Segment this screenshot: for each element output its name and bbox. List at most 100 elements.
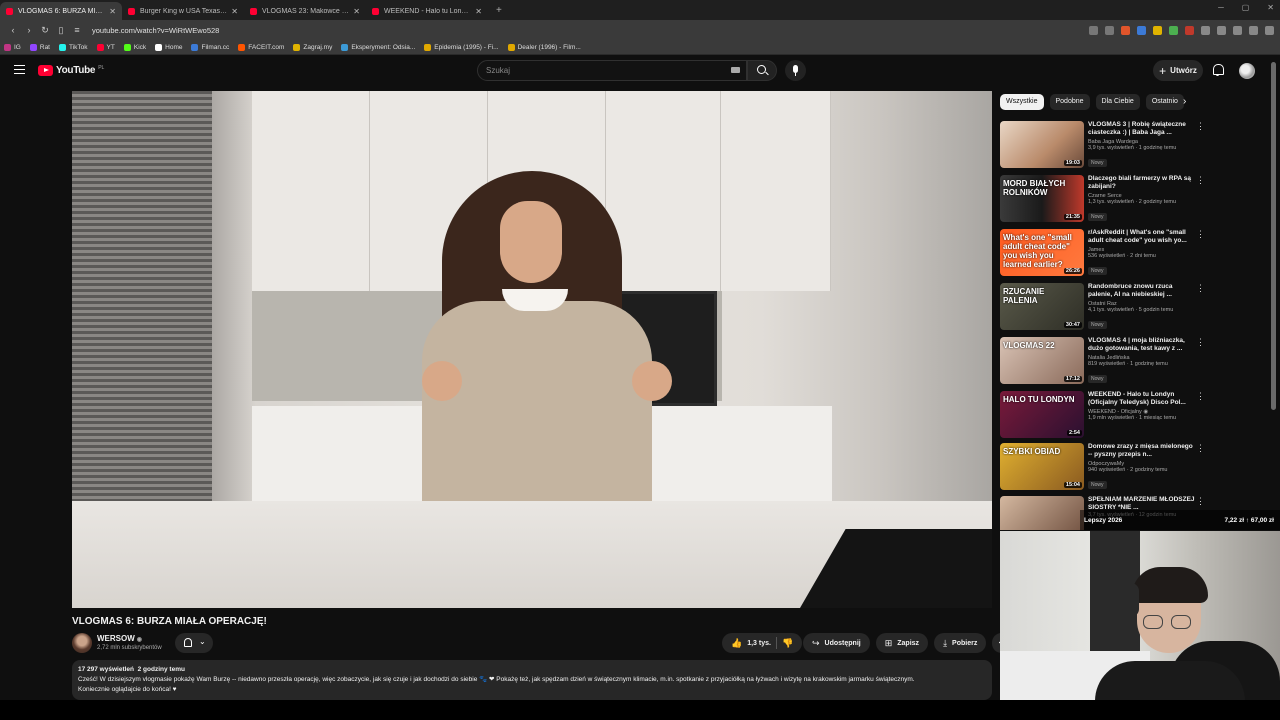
close-tab-icon[interactable]: ✕ [109,7,116,16]
save-button[interactable]: ⊞ Zapisz [875,633,929,653]
video-thumbnail[interactable]: What's one "small adult cheat code" you … [1000,229,1084,276]
forward-arrow-icon[interactable]: › [22,25,36,35]
video-title[interactable]: r/AskReddit | What's one "small adult ch… [1088,229,1196,245]
url-field[interactable]: youtube.com/watch?v=WiRtWEwo528 [92,26,1089,35]
channel-avatar[interactable] [72,633,92,653]
browser-tab-0[interactable]: VLOGMAS 6: BURZA MIAŁA OPERACJĘ! ✕ [0,2,122,20]
bookmark-item[interactable]: TikTok [59,43,88,51]
more-options-icon[interactable]: ⋮ [1196,338,1205,347]
search-button[interactable] [747,60,777,81]
video-thumbnail[interactable]: MORD BIAŁYCH ROLNIKÓW 21:35 [1000,175,1084,222]
video-title[interactable]: Domowe zrazy z mięsa mielonego -- pyszny… [1088,443,1196,459]
close-window-icon[interactable]: ✕ [1267,3,1274,12]
notifications-bell-icon[interactable] [1212,64,1224,76]
chip-for-you[interactable]: Dla Ciebie [1095,94,1140,110]
more-options-icon[interactable]: ⋮ [1196,497,1205,506]
extension-icon[interactable] [1185,25,1194,35]
video-thumbnail[interactable]: 19:03 [1000,121,1084,168]
reload-icon[interactable]: ↻ [38,25,52,36]
video-title[interactable]: Dlaczego biali farmerzy w RPA są zabijan… [1088,175,1196,191]
video-title[interactable]: VLOGMAS 3 | Robię świąteczne ciasteczka … [1088,121,1196,137]
recommended-video[interactable]: What's one "small adult cheat code" you … [1000,229,1205,279]
account-avatar[interactable] [1239,63,1255,79]
video-thumbnail[interactable]: HALO TU LONDYN 2:54 [1000,391,1084,438]
subscription-bell-button[interactable]: ⌄ [175,633,213,653]
recommended-video[interactable]: VLOGMAS 22 17:12 VLOGMAS 4 | moja bliźniac… [1000,337,1205,387]
bookmark-item[interactable]: YT [96,43,115,51]
video-thumbnail[interactable]: RZUCANIE PALENIA 30:47 [1000,283,1084,330]
chevron-right-icon[interactable]: › [1183,96,1186,107]
bookmark-item[interactable]: Zagraj.my [293,43,332,51]
like-count[interactable]: 1,3 tys. [747,640,771,647]
close-tab-icon[interactable]: ✕ [231,7,238,16]
search-input[interactable]: Szukaj [477,60,747,81]
bookmark-item[interactable]: FACEIT.com [238,43,284,51]
bookmark-item[interactable]: Epidemia (1995) - Fi... [424,43,499,51]
recommended-video[interactable]: HALO TU LONDYN 2:54 WEEKEND - Halo tu Lond… [1000,391,1205,441]
video-duration: 26:26 [1063,268,1082,274]
bookmark-item[interactable]: Kick [123,43,146,51]
more-options-icon[interactable]: ⋮ [1196,392,1205,401]
create-button[interactable]: + Utwórz [1153,60,1203,81]
close-tab-icon[interactable]: ✕ [475,7,482,16]
video-title[interactable]: VLOGMAS 4 | moja bliźniaczka, dużo gotow… [1088,337,1196,353]
browser-tab-2[interactable]: VLOGMAS 23: Makowce po makowi...✕ [244,2,366,20]
page-scrollbar[interactable] [1271,62,1276,410]
video-title[interactable]: WEEKEND - Halo tu Londyn (Oficjalny Tele… [1088,391,1196,407]
recommended-video[interactable]: 19:03 VLOGMAS 3 | Robię świąteczne ciaste… [1000,121,1205,171]
new-tab-button[interactable]: + [488,2,510,20]
channel-name[interactable]: WERSOW ◉ [97,634,142,643]
dislike-icon[interactable]: 👎 [782,638,793,649]
media-icon[interactable] [1249,25,1258,35]
translate-icon[interactable] [1137,25,1146,35]
share-icon: ↪ [812,637,820,648]
more-options-icon[interactable]: ⋮ [1196,122,1205,131]
video-title[interactable]: Randombruce znowu rzuca palenie, AI na n… [1088,283,1196,299]
more-options-icon[interactable]: ⋮ [1196,444,1205,453]
share-page-icon[interactable] [1105,25,1114,35]
cast-icon[interactable] [1089,25,1098,35]
voice-search-button[interactable] [785,60,806,81]
recommended-video[interactable]: RZUCANIE PALENIA 30:47 Randombruce znowu r… [1000,283,1205,333]
link-icon[interactable] [1233,25,1242,35]
extension-icon[interactable] [1153,25,1162,35]
brave-shield-icon[interactable] [1121,25,1130,35]
keyboard-icon[interactable] [731,67,740,73]
maximize-icon[interactable]: ▢ [1242,3,1250,12]
recommended-video[interactable]: MORD BIAŁYCH ROLNIKÓW 21:35 Dlaczego biali… [1000,175,1205,225]
description-box[interactable]: 17 297 wyświetleń 2 godziny temu Cześć! … [72,660,992,700]
bookmark-item[interactable]: Dealer (1996) - Film... [507,43,581,51]
browser-tab-1[interactable]: Burger King w USA Texas 89 - YouTube ✕ [122,2,244,20]
youtube-logo[interactable]: YouTube PL [38,65,104,76]
chip-recent[interactable]: Ostatnio [1145,94,1184,110]
bookmark-item[interactable]: Rat [29,43,50,51]
video-thumbnail[interactable] [1000,496,1084,530]
video-thumbnail[interactable]: SZYBKI OBIAD 15:04 [1000,443,1084,490]
bookmark-item[interactable]: Eksperyment: Odsia... [341,43,415,51]
bookmark-item[interactable]: Filman.cc [191,43,229,51]
bookmark-page-icon[interactable]: ▯ [54,25,68,36]
menu-icon[interactable] [1265,25,1274,35]
extension-icon[interactable] [1169,25,1178,35]
share-button[interactable]: ↪ Udostępnij [803,633,870,653]
close-tab-icon[interactable]: ✕ [353,7,360,16]
download-icon[interactable] [1217,25,1226,35]
site-info-icon[interactable]: ≡ [70,25,84,35]
like-icon[interactable]: 👍 [731,638,742,649]
hamburger-menu-icon[interactable] [14,65,25,74]
more-options-icon[interactable]: ⋮ [1196,230,1205,239]
download-button[interactable]: ⤓ Pobierz [934,633,987,653]
recommended-video[interactable]: SZYBKI OBIAD 15:04 Domowe zrazy z mięsa mi… [1000,443,1205,493]
video-thumbnail[interactable]: VLOGMAS 22 17:12 [1000,337,1084,384]
more-options-icon[interactable]: ⋮ [1196,176,1205,185]
minimize-icon[interactable]: ─ [1218,3,1224,12]
chip-similar[interactable]: Podobne [1049,94,1090,110]
extension-icon[interactable] [1201,25,1210,35]
video-player[interactable] [72,91,992,608]
more-options-icon[interactable]: ⋮ [1196,284,1205,293]
back-arrow-icon[interactable]: ‹ [6,25,20,35]
bookmark-item[interactable]: IG [4,43,21,51]
browser-tab-3[interactable]: WEEKEND - Halo tu Londyn (Oficjaln...✕ [366,2,488,20]
chip-all[interactable]: Wszystkie [1000,94,1044,110]
bookmark-item[interactable]: Home [155,43,182,51]
